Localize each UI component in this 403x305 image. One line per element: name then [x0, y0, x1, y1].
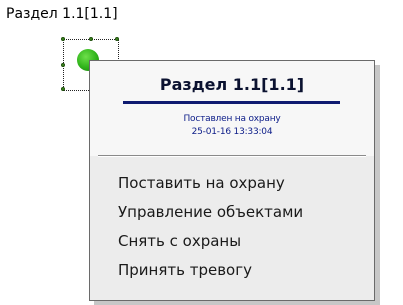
menu-item-manage-objects[interactable]: Управление объектами [90, 198, 374, 227]
selection-handle[interactable] [61, 63, 65, 67]
context-menu-header: Раздел 1.1[1.1] Поставлен на охрану 25-0… [90, 61, 374, 156]
map-canvas: Раздел 1.1[1.1] Раздел 1.1[1.1] Поставле… [0, 0, 403, 305]
selection-handle[interactable] [115, 37, 119, 41]
selection-handle[interactable] [89, 37, 93, 41]
menu-item-disarm[interactable]: Снять с охраны [90, 227, 374, 256]
selection-handle[interactable] [61, 87, 65, 91]
menu-item-arm[interactable]: Поставить на охрану [90, 169, 374, 198]
context-menu-items: Поставить на охрану Управление объектами… [90, 169, 374, 285]
selection-handle[interactable] [61, 37, 65, 41]
menu-separator [98, 155, 366, 157]
menu-item-acknowledge-alarm[interactable]: Принять тревогу [90, 256, 374, 285]
context-menu-title: Раздел 1.1[1.1] [159, 75, 305, 94]
status-text: Поставлен на охрану [183, 114, 281, 124]
status-timestamp: 25-01-16 13:33:04 [191, 127, 273, 137]
title-underline [123, 101, 340, 104]
object-label: Раздел 1.1[1.1] [6, 6, 118, 22]
context-menu: Раздел 1.1[1.1] Поставлен на охрану 25-0… [89, 60, 375, 301]
